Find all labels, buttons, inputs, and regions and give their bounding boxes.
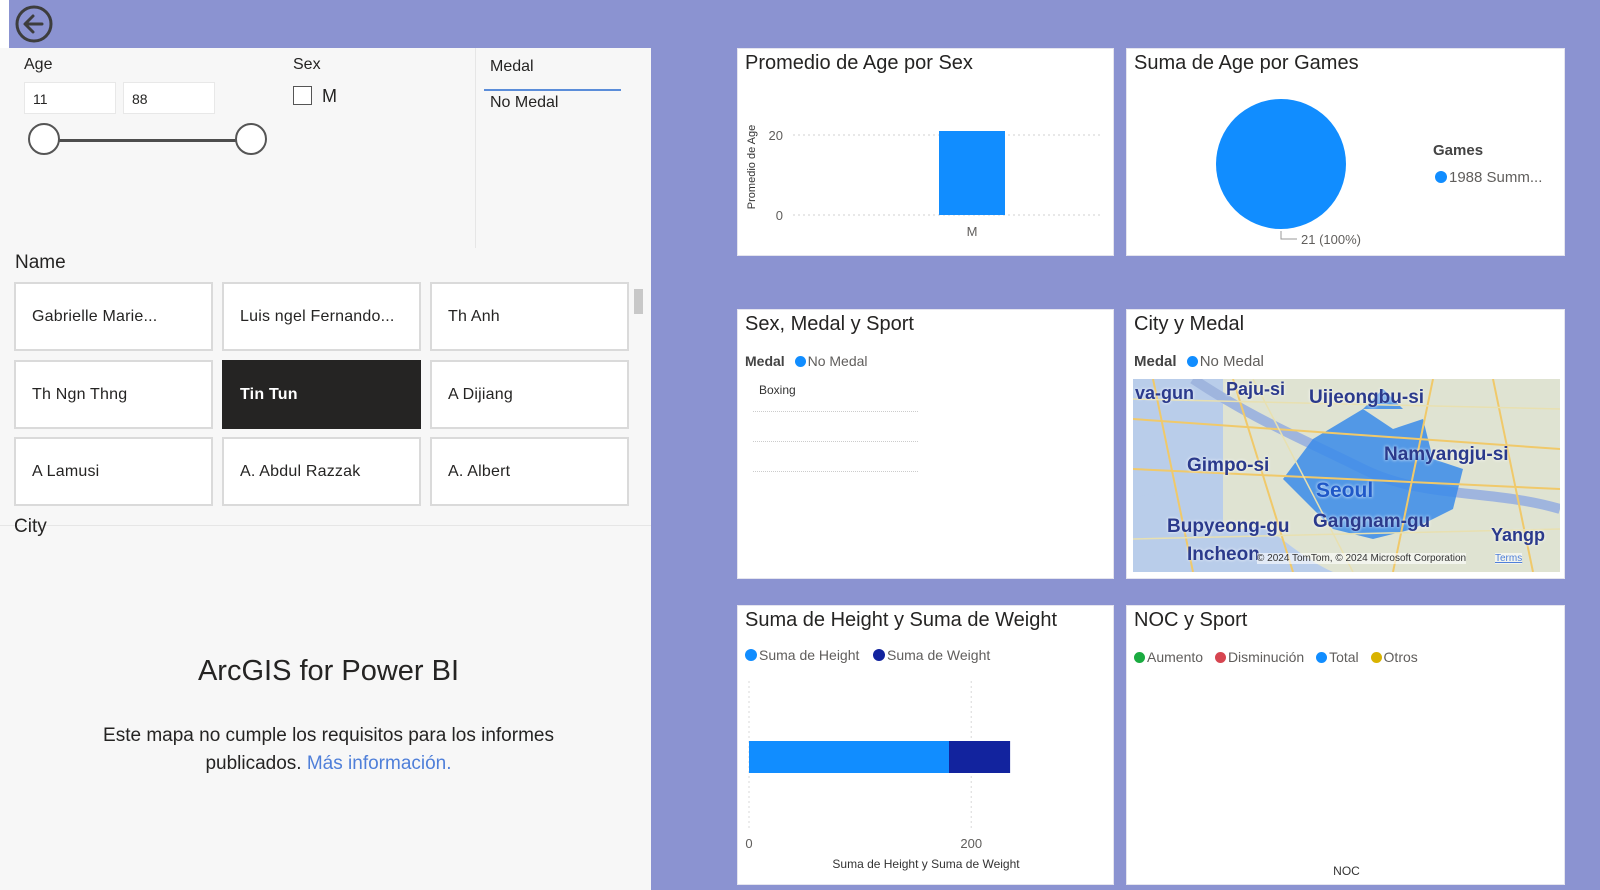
height-weight-visual[interactable]: Suma de Height y Suma de Weight Suma de … [737,605,1114,885]
x-tick-label: 200 [960,836,982,851]
legend-title: Medal [1134,353,1177,370]
medal-item-no-medal[interactable]: No Medal [484,92,621,118]
legend-item: Total [1329,649,1359,665]
age-by-sex-chart: 0 20 Promedio de Age M [746,125,1103,239]
x-axis-title: Suma de Height y Suma de Weight [832,857,1020,871]
legend: Aumento Disminución Total Otros [1134,649,1418,665]
bar [939,131,1005,215]
row-label: Boxing [759,383,796,397]
age-by-games-chart: 21 (100%) Games 1988 Summ... [1216,99,1542,247]
name-tile[interactable]: A. Albert [430,437,629,506]
visual-title: Sex, Medal y Sport [745,313,914,335]
name-tile[interactable]: A Dijiang [430,360,629,429]
age-max-input[interactable]: 88 [123,82,215,114]
sex-medal-sport-visual[interactable]: Sex, Medal y Sport Medal No Medal Boxing [737,309,1114,579]
y-tick-label: 20 [769,128,783,143]
x-tick-label: 0 [745,836,752,851]
legend-dot [1316,652,1328,663]
map-place-label: Gangnam-gu [1313,511,1431,532]
top-bar [9,0,654,48]
map-place-label: Incheon [1187,544,1260,565]
age-slider-min-handle[interactable] [28,123,60,155]
back-arrow-icon[interactable] [14,4,54,44]
sex-label: Sex [293,56,321,73]
gridline [753,441,918,442]
legend: Medal No Medal [1134,353,1264,370]
legend-dot [1134,652,1145,663]
x-axis-title: NOC [1333,864,1360,878]
legend-title: Games [1433,142,1483,159]
legend-dot [794,356,806,367]
name-tile[interactable]: Th Anh [430,282,629,351]
legend-item: 1988 Summ... [1449,169,1542,186]
map-place-label: Seoul [1316,479,1374,502]
age-slider-track[interactable] [43,139,250,142]
map-place-label: Gimpo-si [1187,455,1270,476]
height-weight-chart: Suma de Height Suma de Weight 0 200 Suma de … [745,647,1020,871]
age-min-input[interactable]: 11 [24,82,116,114]
visual-title: City y Medal [1134,313,1245,335]
bar-segment [949,741,1011,773]
city-slicer-label: City [14,516,47,537]
arcgis-message: Este mapa no cumple los requisitos para … [90,722,567,778]
legend-title: Medal [745,353,785,369]
divider [0,525,651,526]
visual-title: NOC y Sport [1134,609,1248,631]
name-tile[interactable]: A Lamusi [14,437,213,506]
legend-dot [1186,356,1198,367]
map-place-label: va-gun [1135,383,1195,403]
more-info-link[interactable]: Más información. [307,753,452,774]
name-slicer-label: Name [15,252,66,273]
legend-dot [873,649,885,661]
pie-slice [1216,99,1346,229]
y-tick-label: 0 [776,208,783,223]
age-by-sex-visual[interactable]: Promedio de Age por Sex 0 20 Promedio de A… [737,48,1114,256]
city-map[interactable]: va-gun Paju-si Uijeongbu-si Namyangju-si… [1133,379,1560,572]
legend-item: Suma de Weight [887,647,990,663]
legend-dot [1435,171,1447,183]
legend-item: No Medal [1199,353,1264,370]
map-place-label: Uijeongbu-si [1309,387,1425,408]
data-label: 21 (100%) [1301,232,1361,247]
age-slider-max-handle[interactable] [235,123,267,155]
gridline [753,411,918,412]
name-tile-selected[interactable]: Tin Tun [222,360,421,429]
legend-dot [1370,652,1382,663]
legend: Medal No Medal [745,353,868,369]
city-medal-visual[interactable]: City y Medal Medal No Medal va-gun Paju-… [1126,309,1565,579]
age-by-games-visual[interactable]: Suma de Age por Games 21 (100%) Games 1988… [1126,48,1565,256]
sex-m-checkbox[interactable] [293,86,312,105]
legend-item: Aumento [1147,649,1204,665]
arcgis-title: ArcGIS for Power BI [197,655,460,687]
map-place-label: Namyangju-si [1384,444,1509,465]
map-place-label: Bupyeong-gu [1167,516,1290,537]
x-tick-label: M [967,224,978,239]
arcgis-message-line2: publicados. [205,753,302,774]
legend-item: No Medal [807,353,868,369]
name-tile[interactable]: Th Ngn Thng [14,360,213,429]
map-terms-link[interactable]: Terms [1495,553,1523,564]
gridline [753,471,918,472]
leader-line [1280,231,1297,240]
name-tile[interactable]: Gabrielle Marie... [14,282,213,351]
noc-sport-visual[interactable]: NOC y Sport Aumento Disminución Total Ot… [1126,605,1565,885]
legend-item: Suma de Height [759,647,860,663]
age-label: Age [24,56,53,73]
legend-dot [1214,652,1226,663]
map-copyright: © 2024 TomTom, © 2024 Microsoft Corporat… [1257,553,1467,564]
medal-slicer-header: Medal [484,56,621,91]
arcgis-message-line1: Este mapa no cumple los requisitos para … [103,725,554,746]
name-slicer-scrollbar[interactable] [634,289,643,314]
bar-segment [749,741,949,773]
legend-item: Otros [1383,649,1418,665]
legend-dot [745,649,757,661]
y-axis-title: Promedio de Age [746,125,758,209]
divider [475,48,476,248]
map-place-label: Yangp [1491,525,1546,545]
name-tile[interactable]: A. Abdul Razzak [222,437,421,506]
name-tile[interactable]: Luis ngel Fernando... [222,282,421,351]
map-place-label: Paju-si [1226,379,1286,399]
legend-item: Disminución [1227,649,1305,665]
sex-m-label: M [322,86,337,106]
